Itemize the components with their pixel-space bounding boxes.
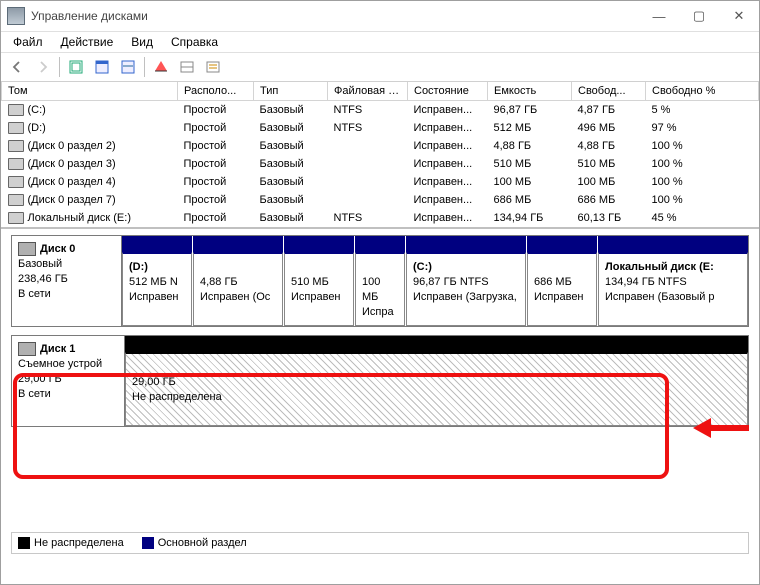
col-capacity[interactable]: Емкость [488, 82, 572, 101]
volume-icon [8, 122, 24, 134]
titlebar: Управление дисками — ▢ ✕ [1, 1, 759, 32]
partition-unallocated[interactable]: 29,00 ГБНе распределена [125, 336, 748, 426]
back-button[interactable] [5, 55, 29, 79]
col-free[interactable]: Свобод... [572, 82, 646, 101]
toolbar [1, 53, 759, 82]
volume-icon [8, 176, 24, 188]
menubar: Файл Действие Вид Справка [1, 32, 759, 53]
maximize-button[interactable]: ▢ [679, 1, 719, 31]
menu-help[interactable]: Справка [163, 33, 226, 51]
col-layout[interactable]: Располо... [178, 82, 254, 101]
disk-icon [18, 342, 36, 356]
volume-row[interactable]: (D:)ПростойБазовыйNTFSИсправен...512 МБ4… [2, 119, 759, 137]
col-status[interactable]: Состояние [408, 82, 488, 101]
help-icon[interactable] [149, 55, 173, 79]
disk-icon [18, 242, 36, 256]
annotation-arrow [691, 413, 751, 446]
volume-row[interactable]: (Диск 0 раздел 2)ПростойБазовыйИсправен.… [2, 137, 759, 155]
disk-1-row[interactable]: Диск 1 Съемное устрой 29,00 ГБ В сети 29… [11, 335, 749, 427]
swatch-unallocated [18, 537, 30, 549]
forward-button[interactable] [31, 55, 55, 79]
minimize-button[interactable]: — [639, 1, 679, 31]
col-type[interactable]: Тип [254, 82, 328, 101]
volume-icon [8, 140, 24, 152]
col-volume[interactable]: Том [2, 82, 178, 101]
options-icon[interactable] [90, 55, 114, 79]
col-fs[interactable]: Файловая с... [328, 82, 408, 101]
legend: Не распределена Основной раздел [11, 532, 749, 554]
partition[interactable]: (C:)96,87 ГБ NTFSИсправен (Загрузка, [406, 236, 527, 326]
disk-0-info: Диск 0 Базовый 238,46 ГБ В сети [12, 236, 122, 326]
disk-1-info: Диск 1 Съемное устрой 29,00 ГБ В сети [12, 336, 125, 426]
volume-header-row: Том Располо... Тип Файловая с... Состоян… [2, 82, 759, 101]
partition[interactable]: 4,88 ГБИсправен (Ос [193, 236, 284, 326]
menu-view[interactable]: Вид [123, 33, 161, 51]
partition[interactable]: 510 МБИсправен [284, 236, 355, 326]
partition[interactable]: 100 МБИспра [355, 236, 406, 326]
volume-icon [8, 212, 24, 224]
layout-icon[interactable] [175, 55, 199, 79]
disks-pane: Диск 0 Базовый 238,46 ГБ В сети (D:)512 … [1, 229, 759, 441]
partition[interactable]: 686 МБИсправен [527, 236, 598, 326]
volume-list[interactable]: Том Располо... Тип Файловая с... Состоян… [1, 82, 759, 229]
partition[interactable]: Локальный диск (E:134,94 ГБ NTFSИсправен… [598, 236, 748, 326]
volume-row[interactable]: Локальный диск (E:)ПростойБазовыйNTFSИсп… [2, 209, 759, 227]
volume-icon [8, 158, 24, 170]
menu-action[interactable]: Действие [53, 33, 122, 51]
disk-0-row[interactable]: Диск 0 Базовый 238,46 ГБ В сети (D:)512 … [11, 235, 749, 327]
volume-row[interactable]: (Диск 0 раздел 4)ПростойБазовыйИсправен.… [2, 173, 759, 191]
col-free-pct[interactable]: Свободно % [646, 82, 759, 101]
volume-icon [8, 104, 24, 116]
properties-icon[interactable] [116, 55, 140, 79]
menu-file[interactable]: Файл [5, 33, 51, 51]
app-icon [7, 7, 25, 25]
window-title: Управление дисками [31, 9, 639, 23]
volume-row[interactable]: (Диск 0 раздел 7)ПростойБазовыйИсправен.… [2, 191, 759, 209]
close-button[interactable]: ✕ [719, 1, 759, 31]
volume-row[interactable]: (C:)ПростойБазовыйNTFSИсправен...96,87 Г… [2, 101, 759, 120]
volume-icon [8, 194, 24, 206]
swatch-primary [142, 537, 154, 549]
volume-row[interactable]: (Диск 0 раздел 3)ПростойБазовыйИсправен.… [2, 155, 759, 173]
refresh-icon[interactable] [64, 55, 88, 79]
partition[interactable]: (D:)512 МБ NИсправен [122, 236, 193, 326]
list-icon[interactable] [201, 55, 225, 79]
